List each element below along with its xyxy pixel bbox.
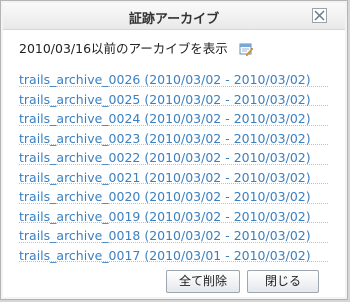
list-item: trails_archive_0024 (2010/03/02 - 2010/0… [19, 106, 328, 126]
archive-link[interactable]: trails_archive_0019 (2010/03/02 - 2010/0… [19, 209, 311, 224]
list-item: trails_archive_0018 (2010/03/02 - 2010/0… [19, 223, 328, 243]
description-text: 2010/03/16以前のアーカイブを表示 [19, 41, 228, 56]
archive-link[interactable]: trails_archive_0025 (2010/03/02 - 2010/0… [19, 92, 311, 107]
dialog-titlebar: 証跡アーカイブ [3, 3, 345, 30]
list-item: trails_archive_0019 (2010/03/02 - 2010/0… [19, 204, 328, 224]
archive-link[interactable]: trails_archive_0026 (2010/03/02 - 2010/0… [19, 72, 311, 87]
archive-link[interactable]: trails_archive_0021 (2010/03/02 - 2010/0… [19, 170, 311, 185]
list-item: trails_archive_0023 (2010/03/02 - 2010/0… [19, 126, 328, 146]
archive-link[interactable]: trails_archive_0023 (2010/03/02 - 2010/0… [19, 131, 311, 146]
close-button[interactable]: 閉じる [247, 270, 319, 293]
list-item: trails_archive_0025 (2010/03/02 - 2010/0… [19, 87, 328, 107]
list-item: trails_archive_0021 (2010/03/02 - 2010/0… [19, 165, 328, 185]
archive-link[interactable]: trails_archive_0022 (2010/03/02 - 2010/0… [19, 150, 311, 165]
close-icon[interactable] [312, 8, 327, 23]
edit-calendar-icon[interactable] [239, 42, 254, 56]
archive-link[interactable]: trails_archive_0018 (2010/03/02 - 2010/0… [19, 228, 311, 243]
archive-link[interactable]: trails_archive_0020 (2010/03/02 - 2010/0… [19, 189, 311, 204]
description-row: 2010/03/16以前のアーカイブを表示 [19, 38, 254, 57]
list-item: trails_archive_0022 (2010/03/02 - 2010/0… [19, 145, 328, 165]
list-item: trails_archive_0020 (2010/03/02 - 2010/0… [19, 184, 328, 204]
archive-list: trails_archive_0026 (2010/03/02 - 2010/0… [19, 67, 328, 263]
list-item: trails_archive_0026 (2010/03/02 - 2010/0… [19, 67, 328, 87]
dialog-content: 2010/03/16以前のアーカイブを表示 trails_archive_002… [3, 30, 345, 297]
archive-link[interactable]: trails_archive_0017 (2010/03/01 - 2010/0… [19, 248, 311, 263]
dialog-title: 証跡アーカイブ [128, 12, 220, 27]
list-item: trails_archive_0017 (2010/03/01 - 2010/0… [19, 243, 328, 263]
archive-dialog: 証跡アーカイブ 2010/03/16以前のアーカイブを表示 trails_arc… [0, 0, 348, 300]
delete-all-button[interactable]: 全て削除 [166, 270, 240, 293]
archive-link[interactable]: trails_archive_0024 (2010/03/02 - 2010/0… [19, 111, 311, 126]
